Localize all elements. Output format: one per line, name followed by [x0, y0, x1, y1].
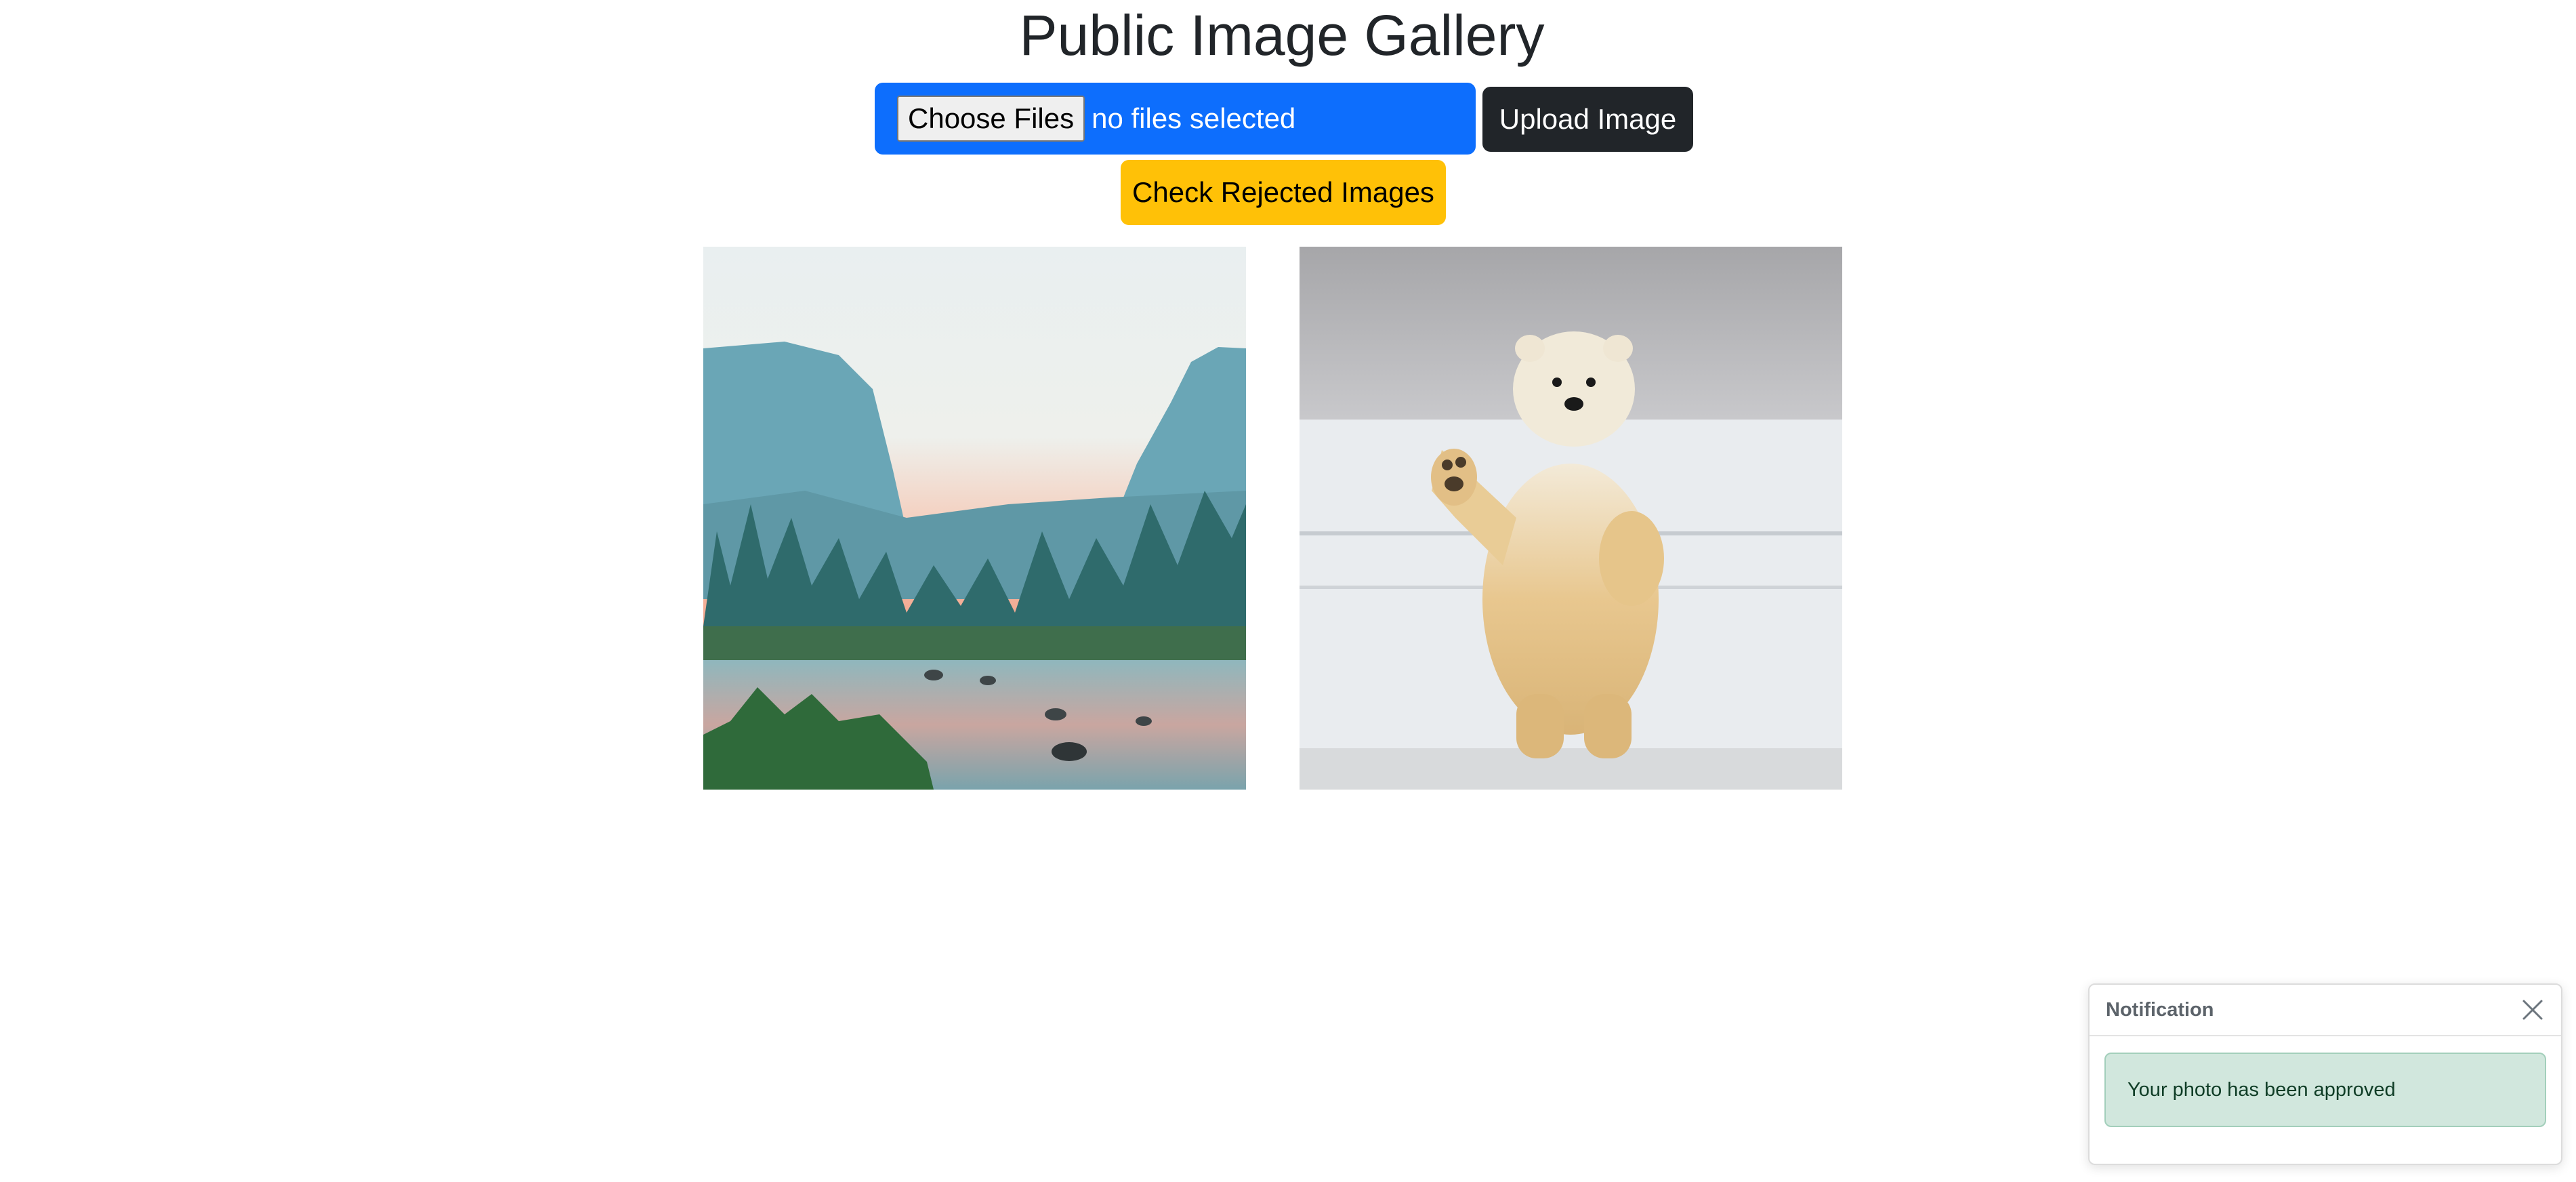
- landscape-photo-icon: [703, 247, 1246, 790]
- upload-image-button[interactable]: Upload Image: [1482, 87, 1693, 152]
- close-icon[interactable]: [2519, 996, 2546, 1023]
- notification-message: Your photo has been approved: [2104, 1053, 2546, 1127]
- file-status-text: no files selected: [1092, 102, 1296, 134]
- notification-toast: Notification Your photo has been approve…: [2088, 983, 2562, 1165]
- check-rejected-images-button[interactable]: Check Rejected Images: [1121, 160, 1446, 225]
- notification-title: Notification: [2106, 998, 2214, 1021]
- notification-body: Your photo has been approved: [2090, 1036, 2561, 1143]
- choose-files-button[interactable]: Choose Files: [897, 96, 1085, 142]
- polar-bear-photo-icon: [1300, 247, 1842, 790]
- page-title: Public Image Gallery: [1019, 3, 1545, 67]
- page: Public Image Gallery Choose Files no fil…: [0, 0, 2576, 1182]
- notification-header: Notification: [2090, 985, 2561, 1036]
- file-input[interactable]: Choose Files no files selected: [875, 83, 1476, 155]
- gallery-image-polar-bear[interactable]: [1300, 247, 1842, 790]
- gallery-image-landscape[interactable]: [703, 247, 1246, 790]
